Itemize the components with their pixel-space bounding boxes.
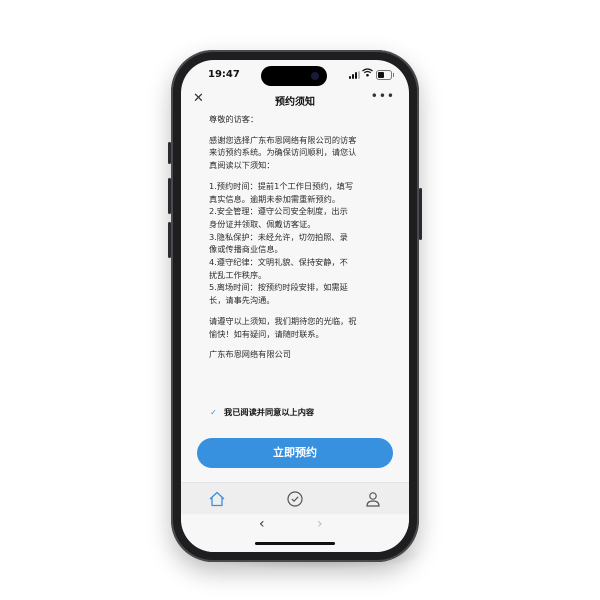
- camera-icon: [311, 72, 319, 80]
- rule-line: 2.安全管理：遵守公司安全制度，出示: [209, 206, 348, 217]
- home-icon[interactable]: [207, 490, 227, 508]
- greeting-line: 尊敬的访客：: [209, 114, 259, 124]
- battery-icon: [376, 70, 394, 80]
- closing-line: 请遵守以上须知，我们期待您的光临，祝: [209, 315, 357, 326]
- action-button: [168, 142, 171, 164]
- home-indicator: [255, 542, 335, 545]
- back-button[interactable]: ‹: [259, 516, 265, 532]
- agreement-row[interactable]: ✓ 我已阅读并同意以上内容: [209, 406, 314, 418]
- rule-line: 身份证并领取、佩戴访客证。: [209, 218, 316, 229]
- status-bar: 19:47: [181, 60, 409, 88]
- forward-button[interactable]: ›: [317, 516, 323, 532]
- intro-line: 感谢您选择广东布恩网络有限公司的访客: [209, 134, 357, 145]
- intro-line: 来访预约系统。为确保访问顺利，请您认: [209, 147, 357, 158]
- rule-line: 像或传播商业信息。: [209, 244, 283, 255]
- volume-up-button: [168, 178, 171, 214]
- rule-line: 3.隐私保护：未经允许，切勿拍照、录: [209, 231, 348, 242]
- rule-line: 1.预约时间：提前1个工作日预约，填写: [209, 180, 354, 191]
- closing-line: 愉快！如有疑问，请随时联系。: [209, 328, 324, 339]
- agreement-label: 我已阅读并同意以上内容: [224, 407, 315, 417]
- checkmark-icon[interactable]: ✓: [209, 408, 218, 417]
- dynamic-island: [261, 66, 327, 86]
- volume-down-button: [168, 222, 171, 258]
- notice-content: 尊敬的访客： 感谢您选择广东布恩网络有限公司的访客 来访预约系统。为确保访问顺利…: [209, 113, 385, 361]
- navbar: ✕ 预约须知 •••: [181, 88, 409, 112]
- tab-bar: [181, 482, 409, 515]
- check-circle-icon[interactable]: [285, 490, 305, 508]
- power-button: [419, 188, 422, 240]
- rule-line: 长，请事先沟通。: [209, 295, 275, 306]
- status-time: 19:47: [208, 69, 240, 80]
- phone-screen: 19:47 ✕ 预约须知 ••• 尊敬的访客： 感谢您选择广东布恩网络有限公司的…: [181, 60, 409, 552]
- rule-line: 5.离场时间：按预约时段安排，如需延: [209, 282, 348, 293]
- browser-toolbar: ‹ ›: [181, 514, 409, 552]
- phone-frame: 19:47 ✕ 预约须知 ••• 尊敬的访客： 感谢您选择广东布恩网络有限公司的…: [168, 50, 422, 562]
- intro-line: 真阅读以下须知：: [209, 160, 275, 171]
- rule-line: 扰乱工作秩序。: [209, 269, 267, 280]
- wifi-icon: [362, 68, 373, 80]
- rule-line: 真实信息。逾期未参加需重新预约。: [209, 193, 341, 204]
- more-menu-button[interactable]: •••: [371, 89, 395, 103]
- signal-icon: [349, 71, 360, 79]
- company-signature: 广东布恩网络有限公司: [209, 349, 291, 360]
- rule-line: 4.遵守纪律：文明礼貌、保持安静，不: [209, 257, 348, 268]
- user-icon[interactable]: [363, 490, 383, 508]
- book-now-button[interactable]: 立即预约: [197, 438, 393, 468]
